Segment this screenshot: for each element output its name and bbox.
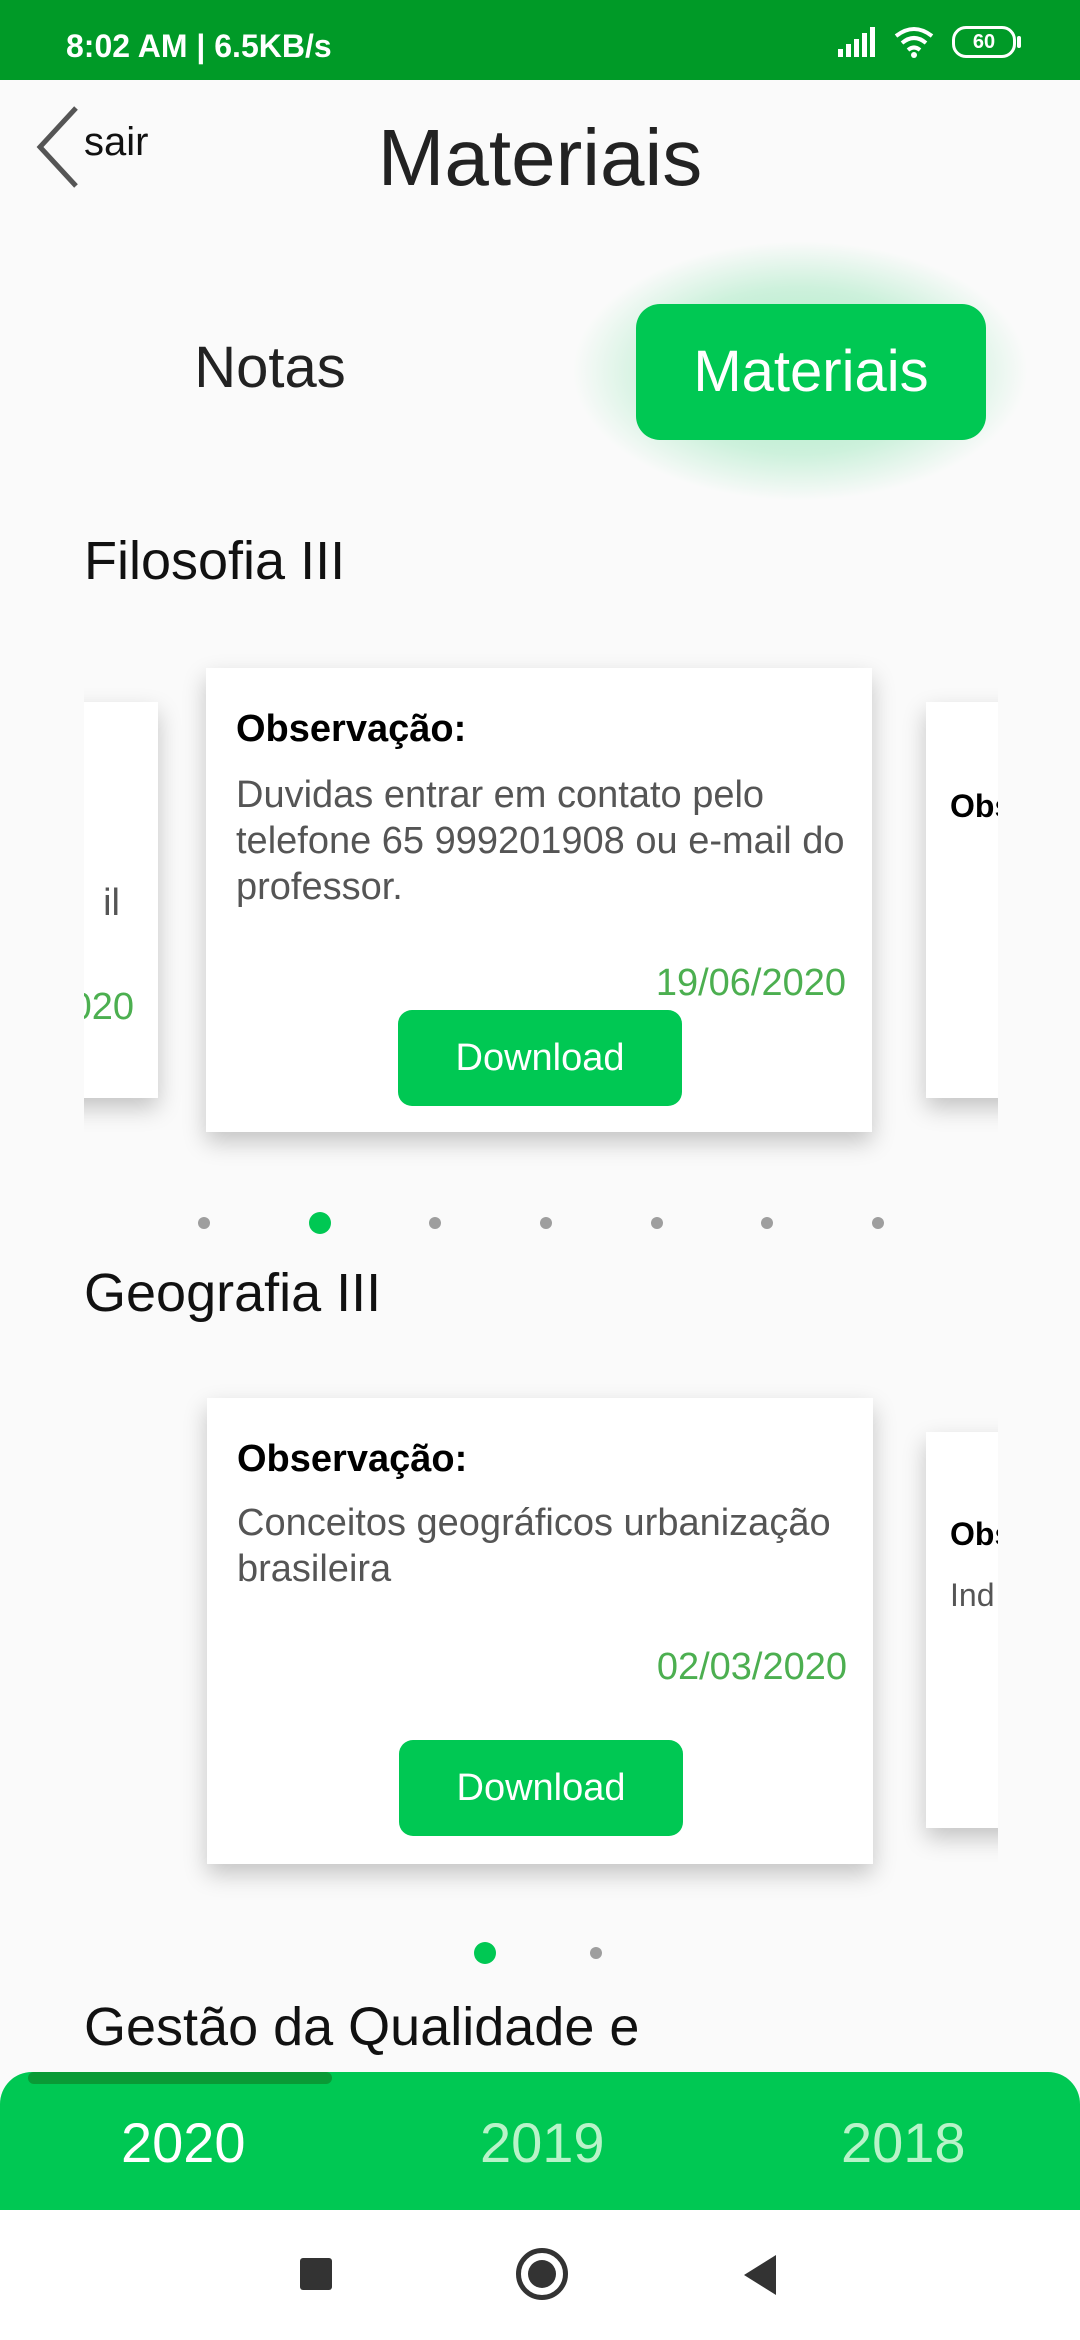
battery-level: 60 [972, 31, 996, 53]
signal-icon [838, 27, 875, 57]
download-button[interactable]: Download [399, 1740, 683, 1836]
card-next[interactable]: Obs [926, 702, 998, 1098]
carousel-dot[interactable] [650, 1217, 663, 1229]
status-time: 8:02 AM | 6.5KB/s [66, 28, 332, 64]
carousel-dot[interactable] [429, 1217, 442, 1229]
recent-apps-icon[interactable] [300, 2258, 332, 2290]
card-date-partial: 020 [84, 986, 134, 1028]
section-title-filosofia: Filosofia III [84, 531, 346, 591]
card-previous[interactable]: il 020 [84, 702, 158, 1098]
status-icons: 60 [836, 22, 1021, 62]
material-card: Observação: Duvidas entrar em contato pe… [206, 668, 872, 1132]
section-title-gestao: Gestão da Qualidade e [84, 1997, 640, 2057]
card-date: 19/06/2020 [655, 962, 846, 1004]
year-tab-2020[interactable]: 2020 [121, 2110, 246, 2175]
carousel-dot-active[interactable] [474, 1942, 496, 1964]
card-date: 02/03/2020 [656, 1646, 847, 1688]
tab-materiais[interactable]: Materiais [636, 304, 986, 440]
carousel-dot[interactable] [539, 1217, 552, 1229]
carousel-dot[interactable] [871, 1217, 884, 1229]
card-next[interactable]: Obs Ind [926, 1432, 998, 1828]
card-text-partial: Ind [950, 1577, 995, 1613]
card-obs-label-partial: Obs [950, 1516, 998, 1552]
card-obs-label: Observação: [236, 708, 467, 750]
year-tab-2019[interactable]: 2019 [480, 2110, 605, 2175]
year-tab-2018[interactable]: 2018 [841, 2110, 966, 2175]
card-text-partial: il [103, 882, 120, 924]
carousel-filosofia[interactable]: il 020 Observação: Duvidas entrar em con… [84, 650, 998, 1170]
carousel-dots-filosofia [198, 1212, 884, 1234]
status-bar: 8:02 AM | 6.5KB/s 60 [0, 0, 1080, 80]
battery-icon: 60 [952, 26, 1021, 58]
material-card: Observação: Conceitos geográficos urbani… [207, 1398, 873, 1864]
year-indicator [28, 2072, 332, 2084]
carousel-geografia[interactable]: Observação: Conceitos geográficos urbani… [84, 1380, 998, 1900]
download-button[interactable]: Download [398, 1010, 682, 1106]
tab-notas[interactable]: Notas [150, 300, 390, 436]
carousel-dot[interactable] [590, 1947, 602, 1959]
back-triangle-icon[interactable] [744, 2255, 776, 2295]
section-title-geografia: Geografia III [84, 1263, 382, 1323]
carousel-dot[interactable] [761, 1217, 774, 1229]
carousel-dot[interactable] [198, 1217, 210, 1229]
carousel-dot-active[interactable] [308, 1212, 331, 1234]
carousel-dots-geografia [474, 1942, 602, 1964]
page-title: Materiais [377, 113, 703, 202]
card-description: Duvidas entrar em contato pelo telefone … [236, 774, 845, 908]
card-description: Conceitos geográficos urbanização brasil… [237, 1502, 831, 1590]
home-icon[interactable] [516, 2248, 568, 2300]
card-obs-label-partial: Obs [950, 788, 998, 824]
card-obs-label: Observação: [237, 1438, 468, 1480]
wifi-icon [894, 27, 934, 58]
